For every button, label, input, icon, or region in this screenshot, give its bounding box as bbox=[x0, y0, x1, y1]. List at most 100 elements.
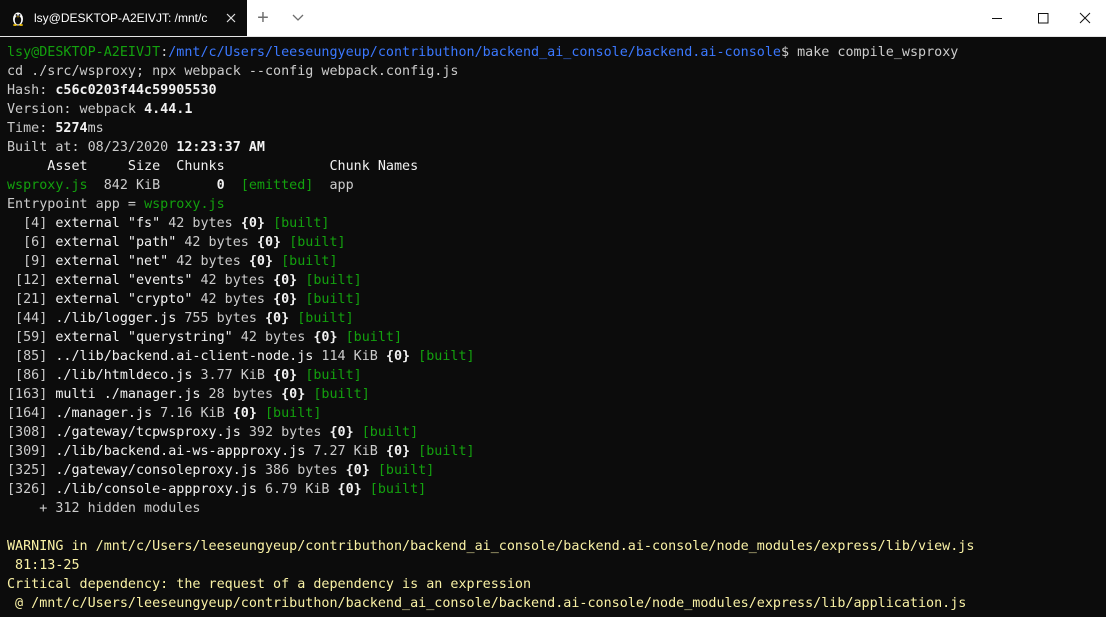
time-value: 5274 bbox=[55, 121, 88, 136]
prompt-symbol: $ bbox=[780, 45, 790, 60]
maximize-button[interactable] bbox=[1020, 0, 1066, 36]
module-size: 42 bytes bbox=[192, 292, 274, 307]
hash-value: c56c0203f44c59905530 bbox=[55, 83, 217, 98]
module-status: [built] bbox=[281, 254, 338, 269]
prompt-path: /mnt/c/Users/leeseungyeup/contributhon/b… bbox=[168, 45, 781, 60]
module-status: [built] bbox=[377, 463, 435, 478]
module-name: external "fs" bbox=[55, 216, 161, 231]
module-id: [21] bbox=[7, 292, 56, 307]
minimize-button[interactable] bbox=[974, 0, 1020, 36]
close-window-button[interactable] bbox=[1062, 0, 1106, 36]
module-list: [4] external "fs" 42 bytes {0} [built] [… bbox=[7, 214, 1106, 499]
linux-tux-icon bbox=[13, 12, 23, 26]
prompt-user-host: lsy@DESKTOP-A2EIVJT bbox=[7, 45, 161, 60]
tab-close-icon[interactable] bbox=[224, 11, 238, 25]
module-row: [12] external "events" 42 bytes {0} [bui… bbox=[7, 271, 1106, 290]
built-time: 12:23:37 AM bbox=[176, 140, 265, 155]
module-row: [308] ./gateway/tcpwsproxy.js 392 bytes … bbox=[7, 423, 1106, 442]
module-row: [6] external "path" 42 bytes {0} [built] bbox=[7, 233, 1106, 252]
module-id: [44] bbox=[7, 311, 56, 326]
module-row: [309] ./lib/backend.ai-ws-appproxy.js 7.… bbox=[7, 442, 1106, 461]
module-row: [44] ./lib/logger.js 755 bytes {0} [buil… bbox=[7, 309, 1106, 328]
built-at-line: Built at: 08/23/2020 12:23:37 AM bbox=[7, 140, 265, 155]
module-name: external "events" bbox=[55, 273, 193, 288]
module-id: [164] bbox=[7, 406, 56, 421]
prompt-command: make compile_wsproxy bbox=[797, 45, 959, 60]
module-size: 42 bytes bbox=[232, 330, 314, 345]
module-id: [12] bbox=[7, 273, 56, 288]
module-status: [built] bbox=[289, 235, 346, 250]
module-id: [163] bbox=[7, 387, 56, 402]
module-status: [built] bbox=[297, 311, 354, 326]
asset-name: wsproxy.js bbox=[7, 178, 88, 193]
module-chunk: {0} bbox=[281, 387, 306, 402]
module-chunk: {0} bbox=[273, 273, 298, 288]
module-row: [59] external "querystring" 42 bytes {0}… bbox=[7, 328, 1106, 347]
module-name: multi ./manager.js bbox=[55, 387, 201, 402]
warning-line: WARNING in /mnt/c/Users/leeseungyeup/con… bbox=[7, 539, 975, 554]
module-size: 755 bytes bbox=[176, 311, 265, 326]
module-size: 392 bytes bbox=[240, 425, 330, 440]
module-id: [325] bbox=[7, 463, 56, 478]
minimize-icon bbox=[991, 17, 1002, 19]
asset-status: [emitted] bbox=[240, 178, 314, 193]
module-chunk: {0} bbox=[345, 463, 370, 478]
module-name: external "querystring" bbox=[55, 330, 233, 345]
module-status: [built] bbox=[418, 349, 475, 364]
tab-title: lsy@DESKTOP-A2EIVJT: /mnt/c bbox=[34, 11, 208, 25]
module-status: [built] bbox=[418, 444, 475, 459]
module-chunk: {0} bbox=[329, 425, 354, 440]
module-size: 386 bytes bbox=[256, 463, 346, 478]
module-chunk: {0} bbox=[385, 444, 411, 459]
close-icon bbox=[1079, 12, 1091, 24]
title-bar: lsy@DESKTOP-A2EIVJT: /mnt/c + bbox=[0, 0, 1106, 37]
warning-at: @ /mnt/c/Users/leeseungyeup/contributhon… bbox=[7, 596, 967, 611]
warning-location: 81:13-25 bbox=[7, 558, 80, 573]
prompt-line: lsy@DESKTOP-A2EIVJT:/mnt/c/Users/leeseun… bbox=[7, 45, 959, 60]
module-chunk: {0} bbox=[337, 482, 362, 497]
module-chunk: {0} bbox=[313, 330, 338, 345]
new-tab-button[interactable]: + bbox=[254, 7, 272, 29]
module-name: external "crypto" bbox=[55, 292, 193, 307]
module-name: external "path" bbox=[55, 235, 177, 250]
module-row: [164] ./manager.js 7.16 KiB {0} [built] bbox=[7, 404, 1106, 423]
module-size: 42 bytes bbox=[160, 216, 241, 231]
module-name: external "net" bbox=[55, 254, 169, 269]
module-id: [59] bbox=[7, 330, 56, 345]
module-size: 42 bytes bbox=[176, 235, 257, 250]
module-status: [built] bbox=[265, 406, 322, 421]
module-chunk: {0} bbox=[273, 368, 298, 383]
module-name: ./gateway/tcpwsproxy.js bbox=[55, 425, 241, 440]
module-row: [163] multi ./manager.js 28 bytes {0} [b… bbox=[7, 385, 1106, 404]
module-status: [built] bbox=[313, 387, 370, 402]
module-name: ./manager.js bbox=[55, 406, 153, 421]
module-chunk: {0} bbox=[240, 216, 265, 231]
module-row: [86] ./lib/htmldeco.js 3.77 KiB {0} [bui… bbox=[7, 366, 1106, 385]
module-status: [built] bbox=[345, 330, 403, 345]
module-id: [9] bbox=[7, 254, 56, 269]
module-id: [4] bbox=[7, 216, 56, 231]
module-status: [built] bbox=[305, 368, 362, 383]
version-line: Version: webpack 4.44.1 bbox=[7, 102, 193, 117]
module-row: [9] external "net" 42 bytes {0} [built] bbox=[7, 252, 1106, 271]
terminal-tab[interactable]: lsy@DESKTOP-A2EIVJT: /mnt/c bbox=[0, 0, 247, 36]
hidden-modules: + 312 hidden modules bbox=[7, 501, 201, 516]
module-chunk: {0} bbox=[248, 254, 274, 269]
chevron-down-icon[interactable] bbox=[289, 9, 307, 27]
module-size: 42 bytes bbox=[192, 273, 274, 288]
module-name: ./lib/backend.ai-ws-appproxy.js bbox=[55, 444, 306, 459]
terminal-output[interactable]: lsy@DESKTOP-A2EIVJT:/mnt/c/Users/leeseun… bbox=[7, 43, 1106, 617]
module-status: [built] bbox=[305, 273, 362, 288]
module-row: [85] ../lib/backend.ai-client-node.js 11… bbox=[7, 347, 1106, 366]
module-status: [built] bbox=[273, 216, 330, 231]
maximize-icon bbox=[1037, 12, 1048, 23]
module-id: [85] bbox=[7, 349, 56, 364]
module-size: 6.79 KiB bbox=[256, 482, 338, 497]
hash-line: Hash: c56c0203f44c59905530 bbox=[7, 83, 217, 98]
module-id: [308] bbox=[7, 425, 56, 440]
module-size: 28 bytes bbox=[200, 387, 282, 402]
module-row: [325] ./gateway/consoleproxy.js 386 byte… bbox=[7, 461, 1106, 480]
module-size: 7.16 KiB bbox=[152, 406, 233, 421]
module-name: ./gateway/consoleproxy.js bbox=[55, 463, 257, 478]
asset-row: wsproxy.js 842 KiB 0 [emitted] app bbox=[7, 178, 354, 193]
